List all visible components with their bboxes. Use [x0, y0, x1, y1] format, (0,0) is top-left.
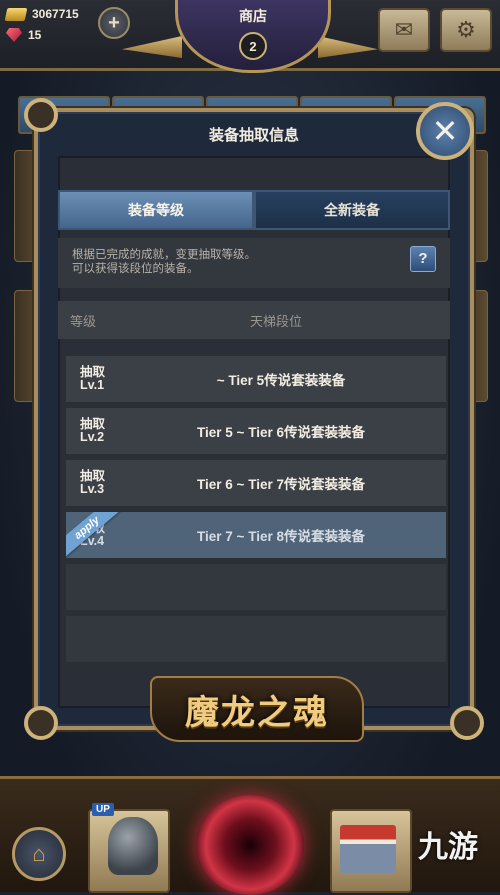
- dialog-content: 装备等级 全新装备 根据已完成的成就，变更抽取等级。 可以获得该段位的装备。 ?…: [58, 156, 450, 708]
- home-icon: ⌂: [32, 841, 46, 866]
- tab-label: 装备等级: [128, 202, 184, 218]
- emblem-wing-left: [122, 36, 182, 58]
- gold-counter: 3067715: [4, 7, 79, 21]
- row-level: 抽取 Lv.3: [80, 469, 106, 496]
- helmet-icon: [108, 817, 158, 875]
- table-row[interactable]: 抽取 Lv.1 ~ Tier 5传说套装装备: [66, 356, 446, 402]
- settings-gear-icon: ⚙: [456, 17, 476, 42]
- shop-title: 商店: [239, 8, 267, 24]
- mail-icon: ✉: [394, 17, 414, 42]
- settings-button[interactable]: ⚙: [440, 8, 492, 52]
- gem-counter: 15: [6, 28, 41, 42]
- home-button[interactable]: ⌂: [12, 827, 66, 881]
- dialog-corner-ornament: [450, 706, 484, 740]
- shop-emblem[interactable]: 商店 2: [175, 0, 331, 73]
- header-level: 等级: [70, 313, 97, 329]
- table-row[interactable]: 抽取 Lv.2 Tier 5 ~ Tier 6传说套装装备: [66, 408, 446, 454]
- top-hud: 3067715 15 + 商店 2 ✉ ⚙: [0, 0, 500, 73]
- dialog-title: 装备抽取信息: [208, 127, 299, 144]
- dialog-corner-ornament: [24, 706, 58, 740]
- gem-amount: 15: [28, 28, 42, 42]
- table-row[interactable]: 抽取 Lv.3 Tier 6 ~ Tier 7传说套装装备: [66, 460, 446, 506]
- game-logo: 魔龙之魂: [150, 676, 364, 742]
- help-icon: ?: [418, 250, 428, 267]
- vortex-icon[interactable]: [196, 795, 304, 895]
- row-level: 抽取 Lv.2: [80, 417, 106, 444]
- table-row-applied[interactable]: 抽取 Lv.4 Tier 7 ~ Tier 8传说套装装备 apply: [66, 512, 446, 558]
- tab-new-equipment[interactable]: 全新装备: [254, 190, 450, 230]
- tab-bar: 装备等级 全新装备: [58, 190, 450, 230]
- add-currency-button[interactable]: +: [98, 7, 130, 39]
- equipment-draw-info-dialog: 装备抽取信息 装备等级 全新装备 根据已完成的成就，变更抽取等级。 可以获得该段…: [24, 98, 484, 740]
- emblem-wing-right: [318, 36, 378, 58]
- help-button[interactable]: ?: [410, 246, 436, 272]
- close-icon: ✕: [431, 113, 459, 149]
- row-tier: ~ Tier 5传说套装装备: [216, 373, 346, 388]
- row-tier: Tier 5 ~ Tier 6传说套装装备: [197, 425, 365, 440]
- row-tier: Tier 7 ~ Tier 8传说套装装备: [197, 529, 365, 544]
- description-text: 根据已完成的成就，变更抽取等级。 可以获得该段位的装备。: [72, 249, 256, 275]
- mail-button[interactable]: ✉: [378, 8, 430, 52]
- row-tier: Tier 6 ~ Tier 7传说套装装备: [197, 477, 365, 492]
- gold-bar-icon: [4, 7, 28, 21]
- gold-amount: 3067715: [32, 7, 79, 21]
- empty-row: [66, 564, 446, 610]
- table-header: 等级 天梯段位: [58, 301, 450, 339]
- plus-icon: +: [108, 12, 120, 34]
- description-box: 根据已完成的成就，变更抽取等级。 可以获得该段位的装备。 ?: [58, 238, 450, 288]
- empty-row: [66, 616, 446, 662]
- tab-equipment-level[interactable]: 装备等级: [58, 190, 254, 230]
- shop-stall-icon: [340, 825, 396, 873]
- tab-label: 全新装备: [324, 202, 380, 218]
- header-tier: 天梯段位: [249, 313, 302, 329]
- gem-icon: [6, 28, 22, 42]
- row-level: 抽取 Lv.1: [80, 365, 106, 392]
- watermark: 九游: [418, 831, 478, 864]
- close-dialog-button[interactable]: ✕: [416, 102, 474, 160]
- up-badge: UP: [92, 803, 114, 816]
- shop-count-badge: 2: [239, 32, 267, 60]
